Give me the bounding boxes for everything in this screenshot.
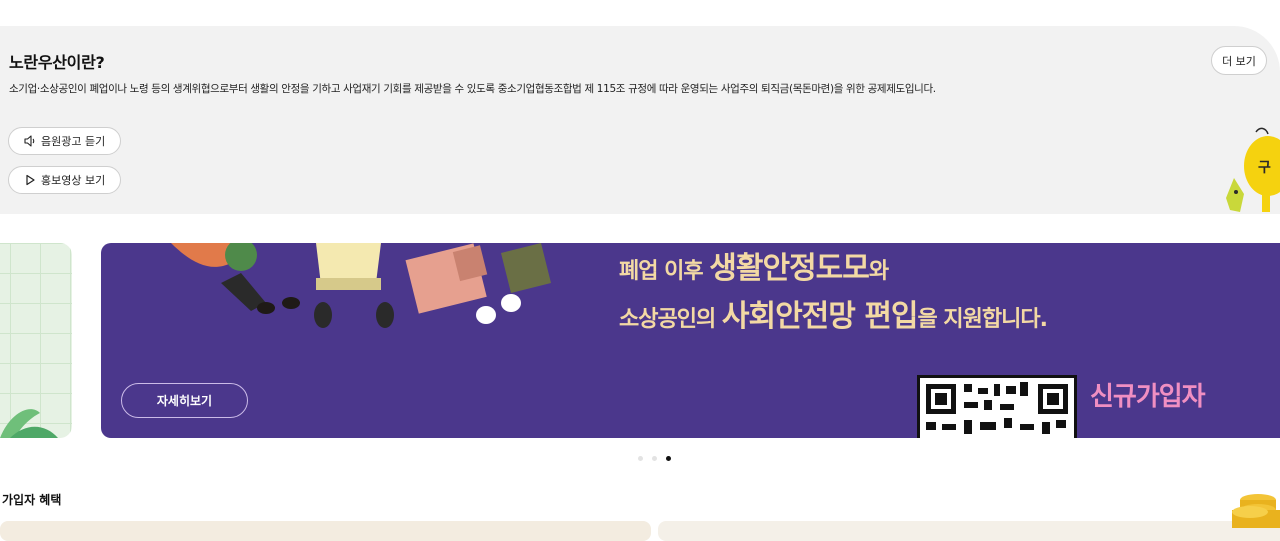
promo-banner[interactable]: 폐업 이후 생활안정도모와 소상공인의 사회안전망 편입을 지원합니다. 자세히… (101, 243, 1280, 438)
svg-text:구: 구 (1258, 160, 1271, 176)
coins-illustration (1232, 494, 1280, 528)
promo-video-label: 홍보영상 보기 (41, 174, 106, 187)
carousel-indicators (638, 456, 671, 461)
intro-panel: 노란우산이란? 소기업·소상공인이 폐업이나 노령 등의 생계위협으로부터 생활… (0, 26, 1280, 214)
banner-headline-1: 폐업 이후 생활안정도모와 (619, 251, 889, 286)
detail-button[interactable]: 자세히보기 (121, 383, 248, 418)
audio-ad-button[interactable]: 음원광고 듣기 (8, 127, 121, 155)
more-button[interactable]: 더 보기 (1211, 46, 1267, 75)
people-illustration (171, 243, 551, 328)
benefit-card[interactable] (658, 521, 1280, 541)
new-member-label: 신규가입자 (1090, 382, 1206, 412)
plant-illustration (0, 409, 58, 438)
speaker-icon (23, 134, 37, 148)
intro-description: 소기업·소상공인이 폐업이나 노령 등의 생계위협으로부터 생활의 안정을 기하… (9, 83, 936, 95)
carousel-dot[interactable] (652, 456, 657, 461)
qr-code (917, 375, 1077, 438)
carousel-slide-prev[interactable] (0, 243, 72, 438)
benefits-title: 가입자 혜택 (2, 493, 62, 507)
promo-video-button[interactable]: 홍보영상 보기 (8, 166, 121, 194)
benefit-card[interactable] (0, 521, 651, 541)
banner-headline-2: 소상공인의 사회안전망 편입을 지원합니다. (619, 299, 1048, 334)
intro-title: 노란우산이란? (9, 53, 105, 72)
play-icon (23, 173, 37, 187)
carousel-dot[interactable] (638, 456, 643, 461)
carousel-dot-active[interactable] (666, 456, 671, 461)
mascot-illustration: 구 (1226, 127, 1280, 212)
audio-ad-label: 음원광고 듣기 (41, 135, 106, 148)
